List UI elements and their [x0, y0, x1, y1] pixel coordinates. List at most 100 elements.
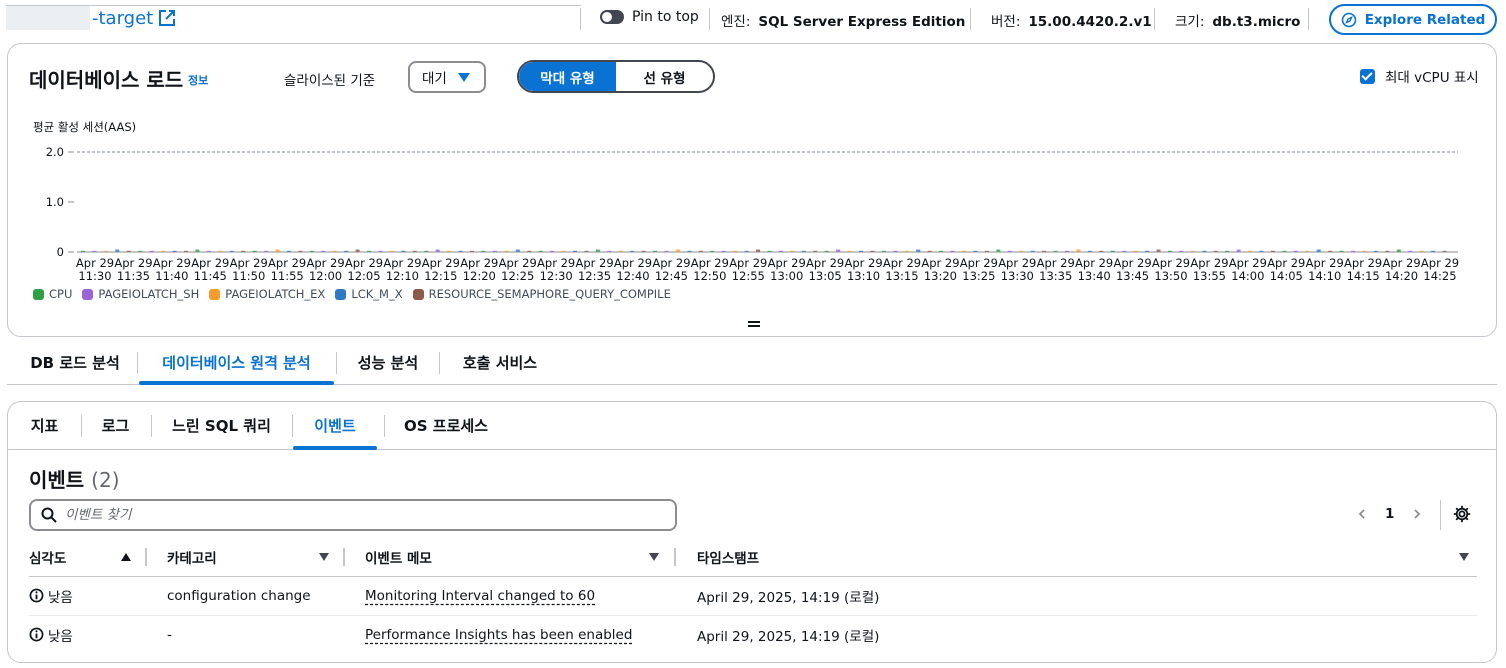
column-header-severity[interactable]: 심각도: [29, 538, 147, 577]
load-bar: [412, 250, 417, 252]
legend-item[interactable]: LCK_M_X: [335, 287, 403, 301]
pin-to-top-toggle[interactable]: Pin to top: [600, 9, 699, 25]
tab-db-load-analysis[interactable]: DB 로드 분석: [15, 340, 135, 384]
legend-item[interactable]: RESOURCE_SEMAPHORE_QUERY_COMPILE: [412, 287, 671, 301]
tab-performance-analysis[interactable]: 성능 분석: [338, 340, 438, 384]
tab-label: DB 로드 분석: [30, 353, 120, 372]
load-bar: [321, 250, 326, 252]
compass-icon: [1341, 12, 1357, 27]
chevron-right-icon[interactable]: [1412, 509, 1422, 519]
event-search-field[interactable]: [29, 499, 677, 531]
x-tick-time-label: 11:30: [78, 269, 111, 283]
load-bar: [1064, 250, 1069, 252]
tab-calling-services[interactable]: 호출 서비스: [441, 340, 559, 384]
event-memo-link[interactable]: Performance Insights has been enabled: [365, 627, 632, 643]
tab-label: 지표: [30, 417, 59, 435]
explore-related-button[interactable]: Explore Related: [1329, 4, 1497, 35]
x-tick-date-label: Apr 29: [153, 256, 191, 270]
slice-by-select[interactable]: 대기: [408, 61, 486, 93]
page-number[interactable]: 1: [1385, 506, 1394, 522]
load-bar: [561, 250, 566, 252]
tab-logs[interactable]: 로그: [88, 402, 143, 449]
load-bar: [1248, 250, 1253, 252]
load-bar: [996, 249, 1001, 252]
tab-events[interactable]: 이벤트: [293, 402, 377, 450]
pagination: 1: [1357, 506, 1422, 522]
column-header-timestamp[interactable]: 타임스탬프: [677, 538, 1477, 577]
toggle-switch[interactable]: [600, 10, 624, 24]
size-info: 크기: db.t3.micro: [1175, 10, 1300, 30]
load-bar: [389, 250, 394, 252]
legend-swatch: [412, 288, 424, 300]
legend-label: LCK_M_X: [351, 287, 403, 301]
load-bar: [195, 249, 200, 252]
load-bar: [115, 249, 120, 252]
engine-value: SQL Server Express Edition: [758, 14, 966, 30]
load-bar: [1087, 250, 1092, 252]
x-tick-date-label: Apr 29: [729, 256, 767, 270]
x-tick-date-label: Apr 29: [499, 256, 537, 270]
legend-item[interactable]: CPU: [33, 287, 72, 301]
load-bar: [1236, 249, 1241, 252]
tab-database-telemetry[interactable]: 데이터베이스 원격 분석: [139, 340, 334, 385]
tab-separator: [384, 415, 385, 437]
load-bar: [1213, 250, 1218, 252]
external-link-icon: [159, 10, 176, 26]
load-bar: [733, 250, 738, 252]
x-tick-time-label: 13:00: [770, 269, 803, 283]
event-memo-link[interactable]: Monitoring Interval changed to 60: [365, 588, 595, 604]
load-bar: [435, 249, 440, 252]
x-tick-time-label: 12:35: [578, 269, 611, 283]
x-tick-date-label: Apr 29: [921, 256, 959, 270]
y-tick-label: 0: [57, 245, 64, 259]
tab-os-processes[interactable]: OS 프로세스: [391, 402, 501, 449]
gear-icon[interactable]: [1453, 505, 1471, 523]
load-bar: [973, 250, 978, 252]
size-key: 크기:: [1175, 14, 1205, 30]
tab-separator: [81, 415, 82, 437]
load-bar: [1373, 250, 1378, 252]
load-bar: [767, 250, 772, 252]
x-tick-time-label: 12:15: [424, 269, 457, 283]
line-view-button[interactable]: 선 유형: [616, 62, 713, 91]
bar-view-button[interactable]: 막대 유형: [519, 62, 616, 91]
chevron-left-icon[interactable]: [1357, 509, 1367, 519]
load-bar: [81, 250, 85, 252]
event-search-input[interactable]: [65, 507, 645, 523]
load-bar: [550, 250, 555, 252]
column-header-category[interactable]: 카테고리: [147, 538, 345, 577]
info-link[interactable]: 정보: [188, 72, 208, 88]
tab-separator: [439, 352, 440, 374]
resize-handle-icon[interactable]: [748, 321, 760, 327]
tab-slow-sql-queries[interactable]: 느린 SQL 쿼리: [158, 402, 285, 449]
search-icon: [41, 507, 57, 523]
max-vcpu-checkbox[interactable]: 최대 vCPU 표시: [1360, 66, 1479, 86]
instance-title-link[interactable]: -target: [6, 4, 176, 32]
header-separator: [970, 8, 971, 30]
load-bar: [1099, 250, 1104, 252]
column-header-label: 타임스탬프: [697, 550, 760, 567]
x-tick-time-label: 12:55: [732, 269, 765, 283]
tab-label: 로그: [101, 417, 130, 435]
x-tick-time-label: 14:10: [1308, 269, 1341, 283]
x-tick-time-label: 13:05: [809, 269, 842, 283]
tab-metrics[interactable]: 지표: [22, 402, 67, 449]
x-tick-date-label: Apr 29: [345, 256, 383, 270]
load-bar: [1408, 250, 1413, 252]
x-tick-time-label: 11:35: [117, 269, 150, 283]
x-tick-date-label: Apr 29: [383, 256, 421, 270]
x-tick-date-label: Apr 29: [844, 256, 882, 270]
load-bar: [1122, 250, 1127, 252]
load-bar: [721, 250, 726, 252]
version-info: 버전: 15.00.4420.2.v1: [991, 10, 1152, 30]
column-separator[interactable]: [674, 548, 676, 566]
checkbox-checked-icon[interactable]: [1360, 68, 1375, 84]
legend-item[interactable]: PAGEIOLATCH_EX: [209, 287, 325, 301]
x-tick-time-label: 13:35: [1039, 269, 1072, 283]
x-tick-time-label: 12:00: [309, 269, 342, 283]
column-header-event-memo[interactable]: 이벤트 메모: [345, 538, 677, 577]
column-header-label: 이벤트 메모: [365, 550, 432, 567]
legend-item[interactable]: PAGEIOLATCH_SH: [82, 287, 199, 301]
x-tick-date-label: Apr 29: [691, 256, 729, 270]
y-tick-label: 1.0: [46, 195, 64, 209]
